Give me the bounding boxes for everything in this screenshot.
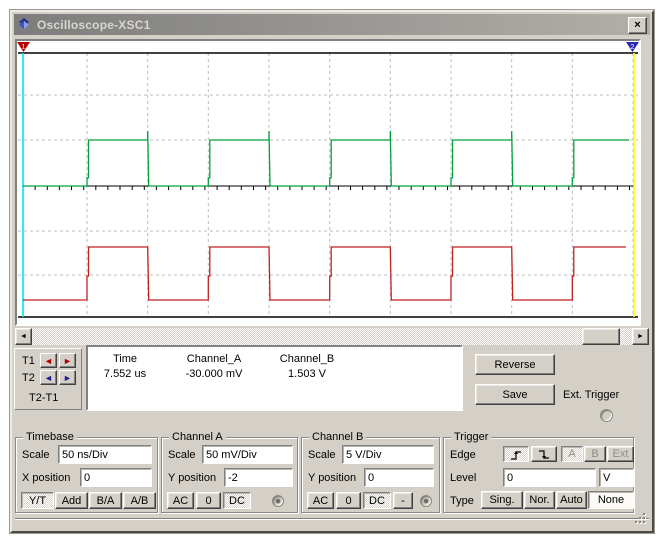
timebase-legend: Timebase: [23, 431, 77, 443]
channel-b-dc-button[interactable]: DC: [363, 492, 391, 509]
channel-b-terminal-icon: [420, 495, 432, 507]
title-bar[interactable]: Oscilloscope-XSC1 ×: [14, 14, 650, 35]
timebase-scale-input[interactable]: [58, 445, 152, 464]
channel-b-header: Channel_B: [266, 353, 348, 365]
channel-a-scale-label: Scale: [168, 449, 196, 461]
channel-b-ac-button[interactable]: AC: [307, 492, 334, 509]
trigger-type-auto-button[interactable]: Auto: [556, 491, 587, 509]
scrollbar-thumb[interactable]: [582, 328, 620, 345]
channel-b-group: Channel B Scale Y position AC 0 DC -: [301, 437, 440, 513]
multisim-app-icon: [17, 17, 32, 32]
channel-a-dc-button[interactable]: DC: [223, 492, 251, 509]
channel-b-minus-button[interactable]: -: [393, 492, 413, 509]
channel-b-scale-label: Scale: [308, 449, 336, 461]
channel-a-header: Channel_A: [162, 353, 266, 365]
save-button[interactable]: Save: [475, 384, 555, 405]
close-button[interactable]: ×: [628, 17, 647, 34]
window-title: Oscilloscope-XSC1: [37, 18, 150, 32]
channel-a-group: Channel A Scale Y position AC 0 DC: [161, 437, 298, 513]
channel-a-y-position-input[interactable]: [224, 468, 293, 487]
cursor-control-panel: T1 ◄ ► T2 ◄ ► T2-T1: [14, 348, 82, 410]
add-mode-button[interactable]: Add: [55, 492, 88, 509]
scope-screen: 1 2: [15, 39, 641, 326]
channel-a-value: -30.000 mV: [162, 368, 266, 380]
time-value: 7.552 us: [88, 368, 162, 380]
channel-b-legend: Channel B: [309, 431, 366, 443]
t1-marker-label: 1: [22, 44, 26, 51]
x-position-label: X position: [22, 472, 70, 484]
t1-left-button[interactable]: ◄: [40, 353, 57, 368]
scope-plot: 1 2: [17, 41, 639, 324]
x-position-input[interactable]: [80, 468, 152, 487]
scroll-right-icon[interactable]: ►: [632, 328, 649, 345]
channel-a-zero-button[interactable]: 0: [196, 492, 221, 509]
t2-marker-label: 2: [631, 44, 635, 51]
ab-mode-button[interactable]: A/B: [123, 492, 156, 509]
falling-edge-icon: [537, 449, 551, 461]
t2-right-button[interactable]: ►: [59, 370, 76, 385]
t1-label: T1: [22, 355, 35, 367]
trigger-level-unit-input[interactable]: [599, 468, 634, 487]
yt-mode-button[interactable]: Y/T: [21, 492, 54, 509]
channel-b-zero-button[interactable]: 0: [336, 492, 361, 509]
t2-minus-t1-label: T2-T1: [29, 392, 58, 404]
grid-lines: [18, 53, 638, 317]
trigger-type-nor-button[interactable]: Nor.: [524, 491, 555, 509]
trigger-type-none-button[interactable]: None: [588, 491, 634, 509]
rising-edge-button[interactable]: [503, 446, 529, 462]
bottom-separator: [15, 518, 649, 520]
trigger-source-ext-button[interactable]: Ext: [607, 446, 634, 462]
channel-b-scale-input[interactable]: [342, 445, 434, 464]
measurement-readout: Time Channel_A Channel_B 7.552 us -30.00…: [86, 345, 463, 411]
trigger-level-label: Level: [450, 472, 476, 484]
timebase-group: Timebase Scale X position Y/T Add B/A A/…: [15, 437, 158, 513]
ext-trigger-terminal-icon: [600, 409, 613, 422]
t2-left-button[interactable]: ◄: [40, 370, 57, 385]
time-header: Time: [88, 353, 162, 365]
reverse-button[interactable]: Reverse: [475, 354, 555, 375]
rising-edge-icon: [509, 449, 523, 461]
plot-frame: [18, 53, 638, 317]
trigger-type-sing-button[interactable]: Sing.: [481, 491, 523, 509]
ba-mode-button[interactable]: B/A: [89, 492, 122, 509]
channel-b-y-position-label: Y position: [308, 472, 356, 484]
trigger-source-b-button[interactable]: B: [584, 446, 606, 462]
trigger-edge-label: Edge: [450, 449, 476, 461]
channel-b-value: 1.503 V: [266, 368, 348, 380]
t1-right-button[interactable]: ►: [59, 353, 76, 368]
channel-a-ac-button[interactable]: AC: [167, 492, 194, 509]
channel-a-terminal-icon: [272, 495, 284, 507]
t2-label: T2: [22, 372, 35, 384]
resize-grip[interactable]: [634, 512, 648, 526]
trigger-level-input[interactable]: [503, 468, 596, 487]
ext-trigger-label: Ext. Trigger: [563, 389, 653, 401]
trigger-legend: Trigger: [451, 431, 491, 443]
channel-a-scale-input[interactable]: [202, 445, 293, 464]
horizontal-scrollbar[interactable]: ◄ ►: [15, 328, 649, 345]
scroll-left-icon[interactable]: ◄: [15, 328, 32, 345]
falling-edge-button[interactable]: [531, 446, 557, 462]
channel-a-trace: [23, 131, 629, 186]
trigger-source-a-button[interactable]: A: [561, 446, 583, 462]
channel-a-legend: Channel A: [169, 431, 226, 443]
channel-b-trace: [23, 247, 626, 300]
trigger-type-label: Type: [450, 495, 474, 507]
timebase-scale-label: Scale: [22, 449, 50, 461]
channel-b-y-position-input[interactable]: [364, 468, 434, 487]
channel-a-y-position-label: Y position: [168, 472, 216, 484]
trigger-group: Trigger Edge A B Ext Level Type Sing. No…: [443, 437, 634, 513]
oscilloscope-window: Oscilloscope-XSC1 × 1 2 ◄ ► T1 ◄ ► T2 ◄ …: [10, 10, 654, 533]
